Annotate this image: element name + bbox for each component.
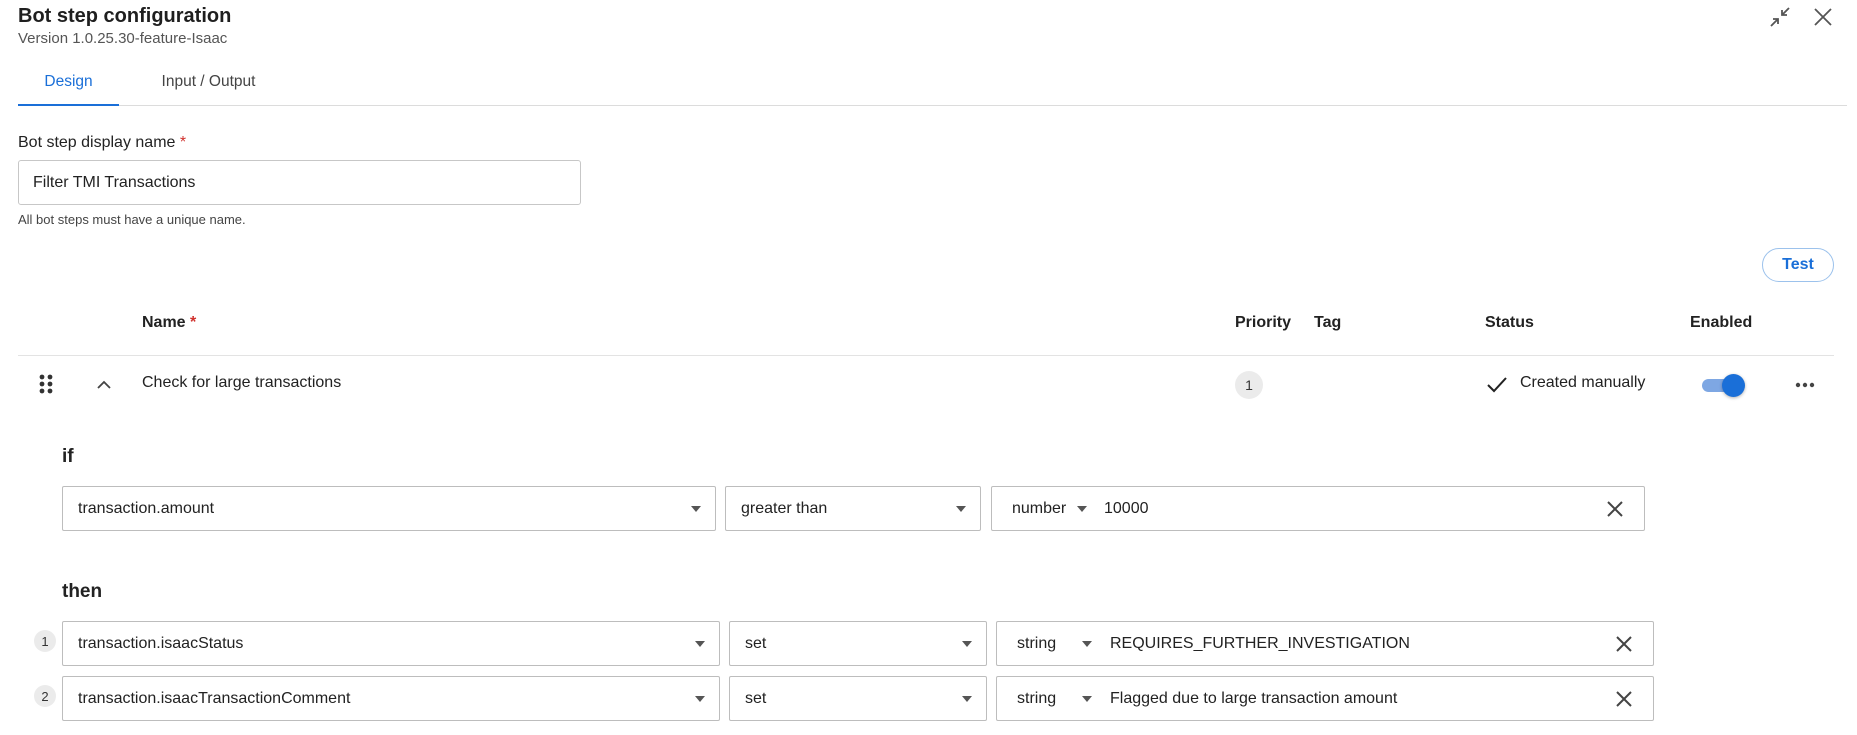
action-value-type[interactable]: string [1017, 622, 1056, 665]
chevron-down-icon [1077, 506, 1087, 512]
status-check [1485, 373, 1509, 397]
priority-badge: 1 [1235, 371, 1263, 399]
chevron-down-icon [695, 696, 705, 702]
name-required-mark: * [190, 314, 197, 331]
tab-design[interactable]: Design [18, 60, 119, 106]
enabled-toggle[interactable] [1700, 374, 1745, 397]
action-field-select[interactable]: transaction.isaacTransactionComment [62, 676, 720, 721]
action-operation-value: set [745, 635, 767, 652]
action-operation-select[interactable]: set [729, 621, 987, 666]
page-title: Bot step configuration [18, 5, 232, 27]
tab-input-output[interactable]: Input / Output [131, 60, 286, 104]
condition-value-field[interactable]: number 10000 [991, 486, 1645, 531]
condition-value-text[interactable]: 10000 [1104, 487, 1149, 530]
action-operation-value: set [745, 690, 767, 707]
chevron-down-icon [691, 506, 701, 512]
action-operation-select[interactable]: set [729, 676, 987, 721]
action-index-badge: 1 [34, 630, 56, 652]
checkmark-icon [1487, 377, 1507, 393]
column-header-tag[interactable]: Tag [1314, 314, 1341, 332]
chevron-down-icon [695, 641, 705, 647]
column-header-priority[interactable]: Priority [1235, 314, 1291, 332]
test-button[interactable]: Test [1762, 248, 1834, 282]
action-value-text[interactable]: Flagged due to large transaction amount [1110, 677, 1397, 720]
action-field-value: transaction.isaacStatus [78, 635, 244, 652]
collapse-rule-button[interactable] [94, 375, 114, 395]
chevron-up-icon [97, 380, 111, 389]
if-label: if [62, 446, 74, 467]
close-icon [1814, 8, 1832, 26]
action-value-field[interactable]: string REQUIRES_FURTHER_INVESTIGATION [996, 621, 1654, 666]
action-value-field[interactable]: string Flagged due to large transaction … [996, 676, 1654, 721]
action-value-text[interactable]: REQUIRES_FURTHER_INVESTIGATION [1110, 622, 1410, 665]
required-mark: * [179, 134, 187, 151]
collapse-icon [1770, 7, 1790, 27]
column-header-status[interactable]: Status [1485, 314, 1534, 332]
version-label: Version 1.0.25.30-feature-Isaac [18, 30, 228, 47]
chevron-down-icon [962, 696, 972, 702]
tab-bar: Design Input / Output [18, 60, 1847, 106]
chevron-down-icon [956, 506, 966, 512]
drag-handle[interactable] [38, 373, 54, 395]
then-label: then [62, 581, 103, 602]
condition-operator-value: greater than [741, 500, 828, 517]
clear-icon[interactable] [1604, 498, 1626, 520]
chevron-down-icon [962, 641, 972, 647]
toggle-knob [1722, 374, 1745, 397]
column-header-name[interactable]: Name * [142, 314, 196, 332]
more-options-button[interactable] [1794, 376, 1816, 394]
condition-operator-select[interactable]: greater than [725, 486, 981, 531]
action-value-type[interactable]: string [1017, 677, 1056, 720]
display-name-hint: All bot steps must have a unique name. [18, 212, 246, 227]
clear-icon[interactable] [1613, 688, 1635, 710]
column-header-enabled[interactable]: Enabled [1690, 314, 1752, 332]
status-text: Created manually [1520, 374, 1646, 391]
condition-field-select[interactable]: transaction.amount [62, 486, 716, 531]
drag-handle-icon [39, 374, 53, 394]
action-field-value: transaction.isaacTransactionComment [78, 690, 351, 707]
more-horizontal-icon [1795, 382, 1815, 388]
chevron-down-icon [1082, 641, 1092, 647]
chevron-down-icon [1082, 696, 1092, 702]
clear-icon[interactable] [1613, 633, 1635, 655]
action-index-badge: 2 [34, 685, 56, 707]
column-header-name-text: Name [142, 314, 186, 331]
collapse-button[interactable] [1767, 4, 1793, 30]
table-header-divider [18, 355, 1834, 356]
condition-value-type[interactable]: number [1012, 487, 1066, 530]
display-name-input[interactable] [18, 160, 581, 205]
display-name-label: Bot step display name * [18, 134, 186, 152]
display-name-label-text: Bot step display name [18, 134, 176, 151]
condition-field-value: transaction.amount [78, 500, 215, 517]
rule-name: Check for large transactions [142, 374, 342, 391]
action-field-select[interactable]: transaction.isaacStatus [62, 621, 720, 666]
close-button[interactable] [1810, 4, 1836, 30]
